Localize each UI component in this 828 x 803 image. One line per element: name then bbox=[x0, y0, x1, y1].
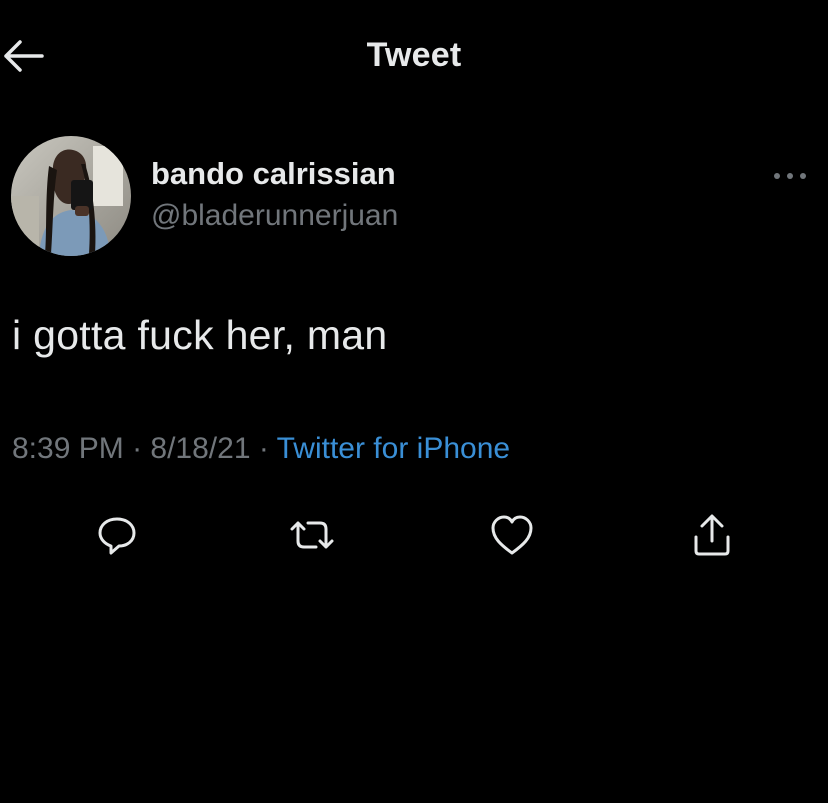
tweet-meta: 8:39 PM · 8/18/21 · Twitter for iPhone bbox=[12, 432, 510, 466]
avatar[interactable] bbox=[11, 136, 131, 256]
reply-icon bbox=[98, 517, 136, 555]
more-options-button[interactable] bbox=[770, 160, 810, 192]
more-dots-icon bbox=[774, 173, 806, 179]
retweet-icon bbox=[290, 521, 334, 549]
tweet-time: 8:39 PM bbox=[12, 432, 124, 465]
heart-icon bbox=[491, 515, 533, 555]
retweet-button[interactable] bbox=[282, 505, 342, 565]
author-display-name[interactable]: bando calrissian bbox=[151, 156, 396, 192]
tweet-text: i gotta fuck her, man bbox=[12, 312, 388, 358]
like-button[interactable] bbox=[482, 505, 542, 565]
top-bar: Tweet bbox=[0, 0, 828, 110]
share-icon bbox=[694, 514, 730, 556]
avatar-photo bbox=[11, 136, 131, 256]
meta-separator: · bbox=[123, 432, 151, 465]
tweet-actions-bar bbox=[0, 505, 828, 565]
meta-separator: · bbox=[250, 432, 277, 465]
tweet-source-link[interactable]: Twitter for iPhone bbox=[277, 432, 510, 465]
author-handle[interactable]: @bladerunnerjuan bbox=[151, 199, 398, 233]
share-button[interactable] bbox=[682, 505, 742, 565]
reply-button[interactable] bbox=[87, 505, 147, 565]
tweet-date: 8/18/21 bbox=[150, 432, 251, 465]
page-title: Tweet bbox=[366, 36, 462, 74]
